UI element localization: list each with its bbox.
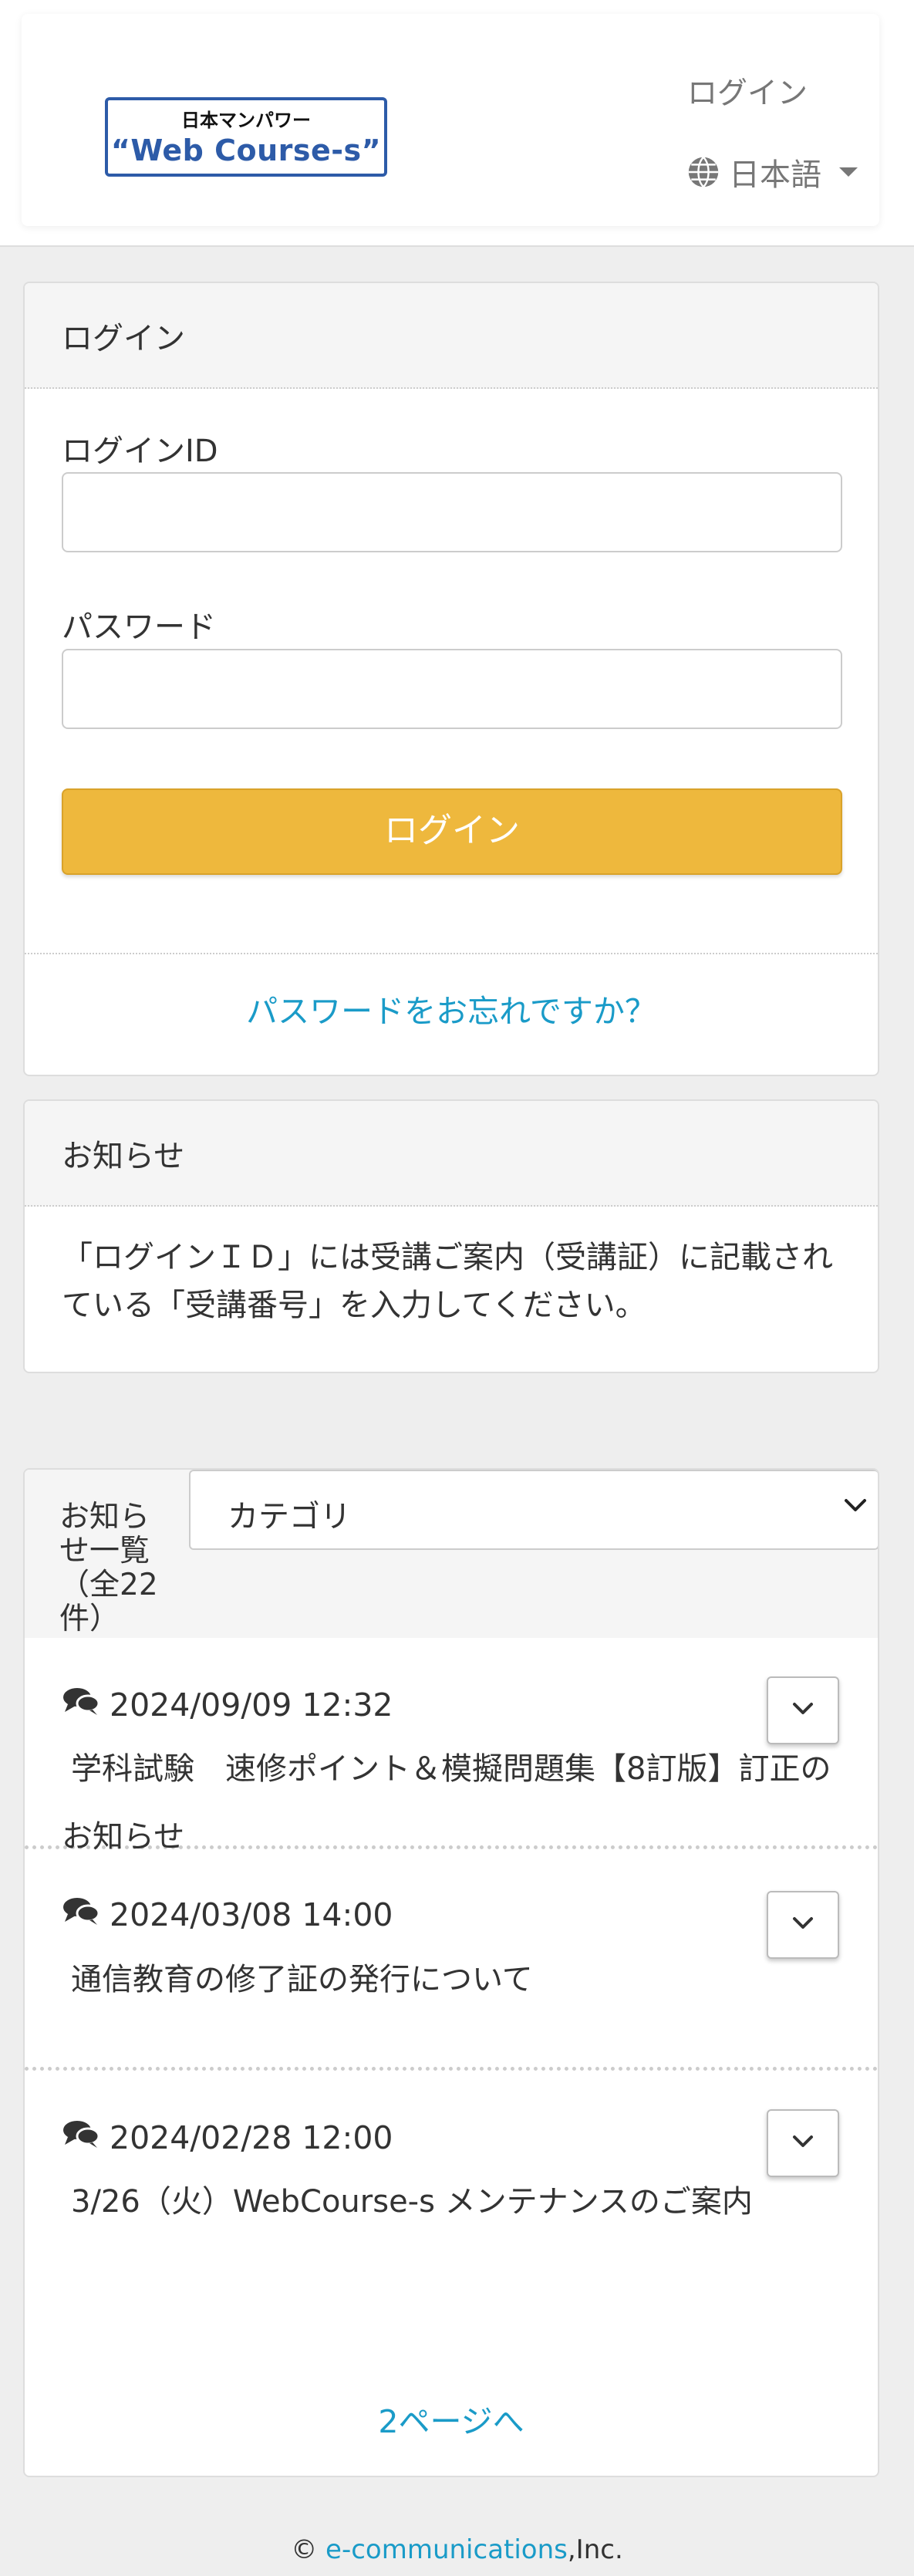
news-item-date: 2024/09/09 12:32	[110, 1686, 393, 1724]
header-card: 日本マンパワー “Web Course-s” ログイン 日本語	[22, 14, 879, 226]
forgot-password-link[interactable]: パスワードをお忘れですか？	[25, 985, 878, 1031]
login-panel-title: ログイン	[25, 283, 878, 389]
password-input[interactable]	[62, 649, 842, 729]
header-login-link[interactable]: ログイン	[687, 69, 808, 113]
news-item-date: 2024/02/28 12:00	[110, 2119, 393, 2156]
chevron-down-icon	[791, 1916, 815, 1934]
chevron-down-icon	[791, 2134, 815, 2152]
news-item-date-row: 2024/02/28 12:00	[62, 2119, 393, 2157]
news-list-panel: お知らせ一覧（全22件） カテゴリ 2024/09/09 12:32 学科試験 …	[23, 1468, 879, 2477]
login-id-label: ログインID	[62, 434, 218, 469]
news-list-header: お知らせ一覧（全22件） カテゴリ	[25, 1470, 878, 1638]
expand-button[interactable]	[767, 2109, 839, 2177]
footer: © e-communications,Inc.	[0, 2534, 914, 2565]
language-label: 日本語	[729, 157, 821, 193]
comments-icon	[62, 1896, 110, 1934]
company-suffix: ,Inc.	[567, 2534, 623, 2565]
globe-icon	[687, 156, 720, 188]
logo-main-text: “Web Course-s”	[110, 133, 382, 167]
chevron-down-icon	[791, 1701, 815, 1720]
password-label: パスワード	[62, 609, 216, 645]
login-button[interactable]: ログイン	[62, 788, 842, 875]
news-item: 2024/09/09 12:32 学科試験 速修ポイント＆模擬問題集【8訂版】訂…	[25, 1638, 878, 1855]
category-select[interactable]: カテゴリ	[189, 1470, 878, 1550]
chevron-down-icon	[844, 1497, 867, 1518]
company-link[interactable]: e-communications	[325, 2534, 568, 2565]
news-item-date-row: 2024/09/09 12:32	[62, 1686, 393, 1724]
news-item-title[interactable]: 通信教育の修了証の発行について	[71, 1946, 842, 2014]
copyright-symbol: ©	[291, 2534, 318, 2565]
notice-panel: お知らせ 「ログインＩＤ」には受講ご案内（受講証）に記載されている「受講番号」を…	[23, 1099, 879, 1373]
news-item: 2024/02/28 12:00 3/26（火）WebCourse-s メンテナ…	[25, 2071, 878, 2256]
site-header: 日本マンパワー “Web Course-s” ログイン 日本語	[0, 0, 914, 247]
notice-body: 「ログインＩＤ」には受講ご案内（受講証）に記載されている「受講番号」を入力してく…	[62, 1240, 833, 1323]
comments-icon	[62, 2119, 110, 2157]
expand-button[interactable]	[767, 1676, 839, 1744]
news-item-date-row: 2024/03/08 14:00	[62, 1896, 393, 1934]
news-item-date: 2024/03/08 14:00	[110, 1896, 393, 1933]
news-item: 2024/03/08 14:00 通信教育の修了証の発行について	[25, 1849, 878, 2071]
login-id-input[interactable]	[62, 472, 842, 552]
news-item-title[interactable]: 3/26（火）WebCourse-s メンテナンスのご案内	[71, 2168, 842, 2236]
notice-panel-title: お知らせ	[25, 1101, 878, 1207]
next-page-link[interactable]: 2ページへ	[25, 2395, 878, 2442]
category-select-value: カテゴリ	[228, 1499, 351, 1534]
login-panel: ログイン ログインID パスワード ログイン パスワードをお忘れですか？	[23, 282, 879, 1076]
comments-icon	[62, 1686, 110, 1724]
logo-top-text: 日本マンパワー	[181, 110, 311, 131]
caret-down-icon	[838, 166, 858, 178]
news-list-title: お知らせ一覧（全22件）	[59, 1500, 158, 1636]
language-selector[interactable]: 日本語	[687, 153, 858, 193]
login-panel-footer: パスワードをお忘れですか？	[25, 953, 878, 1075]
logo[interactable]: 日本マンパワー “Web Course-s”	[105, 97, 387, 177]
